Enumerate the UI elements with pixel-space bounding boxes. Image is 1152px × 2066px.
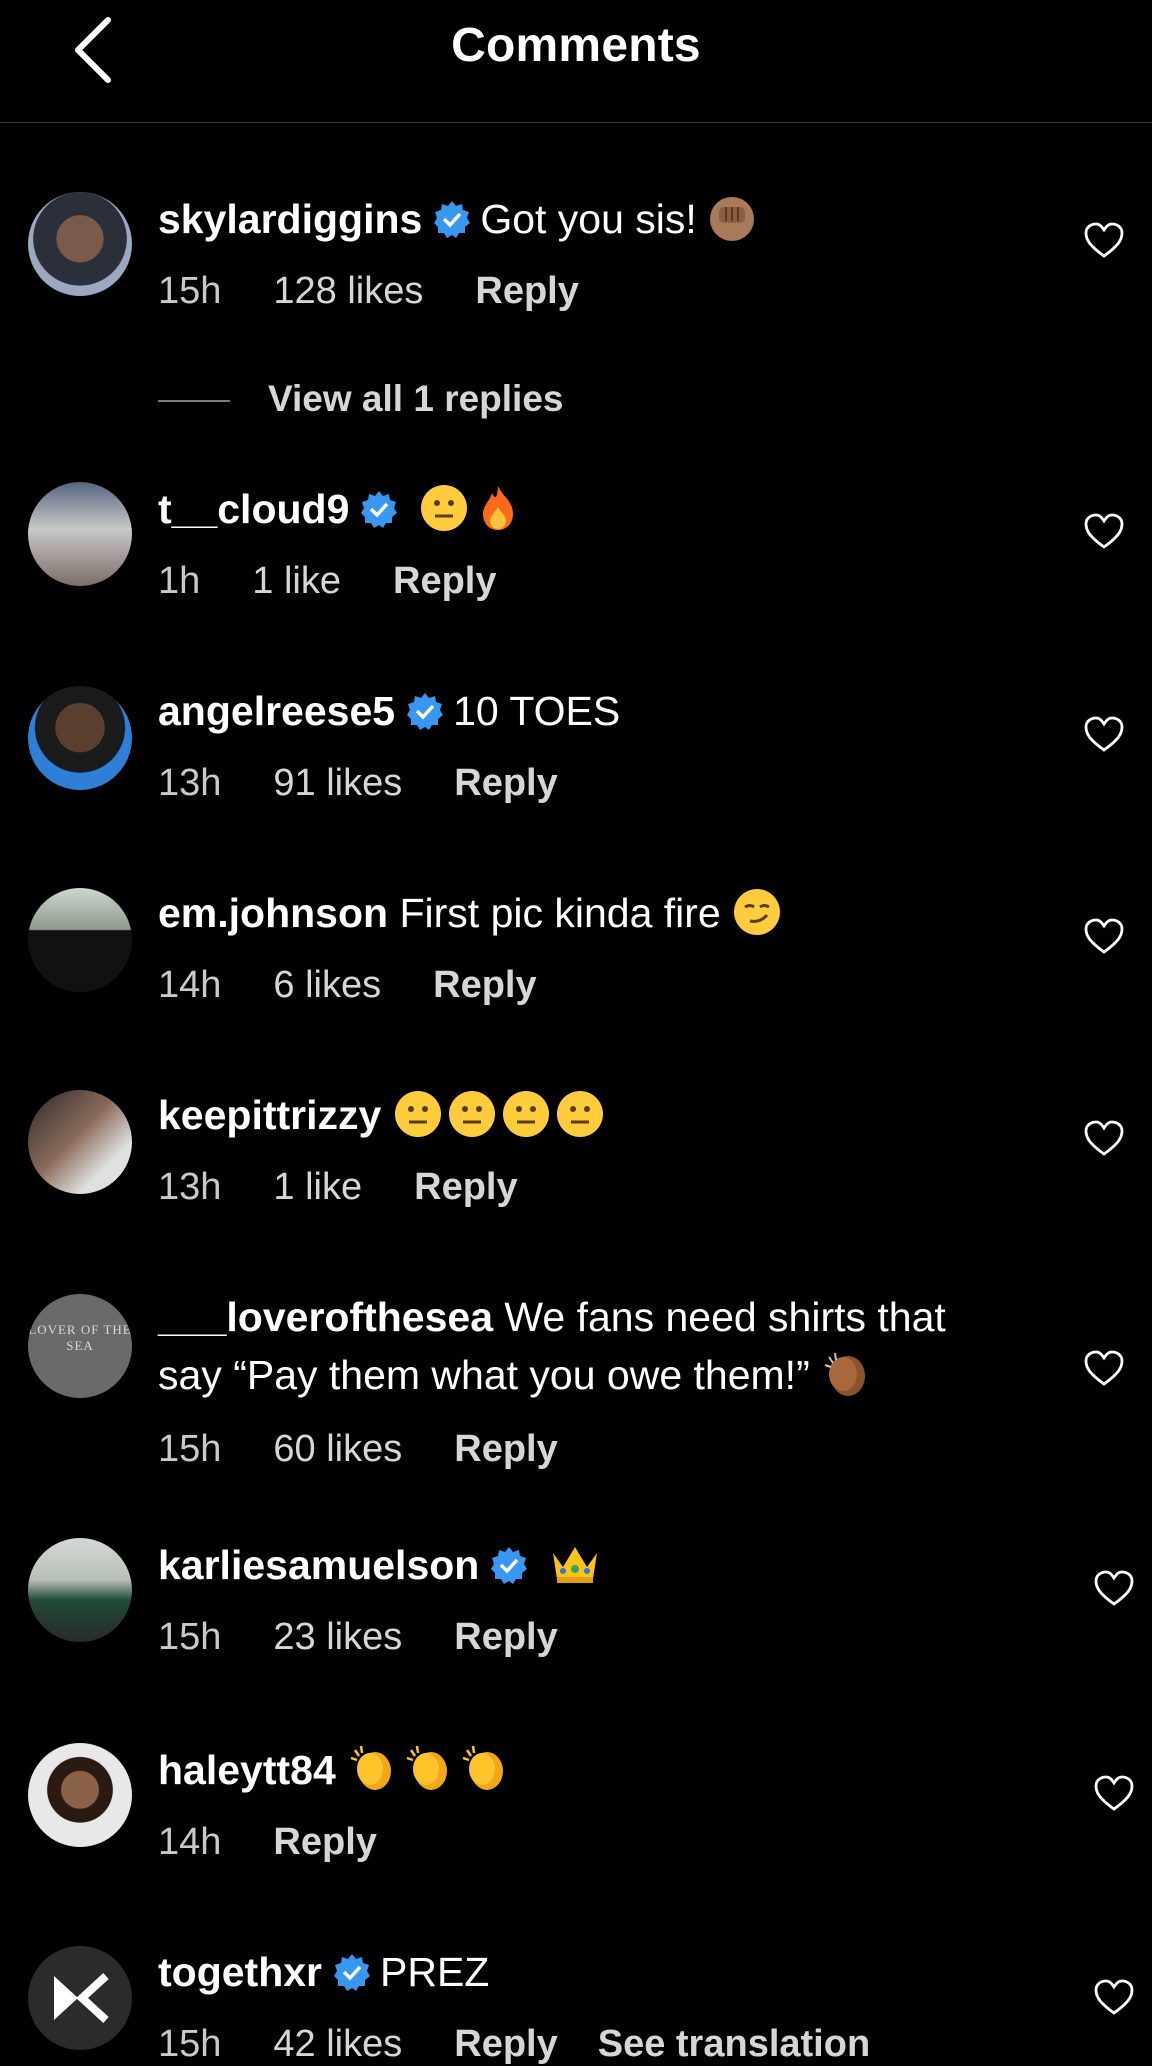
verified-badge-icon: [405, 688, 445, 746]
username[interactable]: ___loverofthesea: [158, 1294, 493, 1340]
avatar[interactable]: [28, 482, 132, 586]
heart-outline-icon[interactable]: [1084, 222, 1124, 260]
clapping-hands-emoji-icon: [821, 1349, 871, 1414]
comment-text: We fans need shirts that: [504, 1294, 946, 1340]
likes-count[interactable]: 1 like: [273, 1166, 362, 1208]
comment-text: 10 TOES: [453, 688, 621, 734]
username[interactable]: keepittrizzy: [158, 1092, 381, 1138]
reply-button[interactable]: Reply: [454, 1428, 557, 1470]
username[interactable]: skylardiggins: [158, 196, 422, 242]
neutral-face-emoji-icon: [419, 483, 469, 548]
username[interactable]: em.johnson: [158, 890, 388, 936]
comment-time: 1h: [158, 560, 201, 602]
avatar[interactable]: [28, 192, 132, 296]
likes-count[interactable]: 42 likes: [273, 2023, 402, 2065]
avatar[interactable]: [28, 1538, 132, 1642]
reply-button[interactable]: Reply: [393, 560, 496, 602]
reply-button[interactable]: Reply: [454, 2023, 557, 2065]
heart-outline-icon[interactable]: [1084, 716, 1124, 754]
comment-text: PREZ: [380, 1949, 490, 1995]
verified-badge-icon: [359, 486, 399, 544]
verified-badge-icon: [432, 196, 472, 254]
see-translation-button[interactable]: See translation: [598, 2023, 870, 2065]
avatar[interactable]: [28, 686, 132, 790]
replies-divider: [158, 400, 230, 403]
avatar[interactable]: LOVER OF THE SEA: [28, 1294, 132, 1398]
reply-button[interactable]: Reply: [475, 270, 578, 312]
likes-count[interactable]: 6 likes: [273, 964, 381, 1006]
crown-emoji-icon: [549, 1539, 601, 1604]
comment-text-line2: say “Pay them what you owe them!”: [158, 1352, 810, 1398]
heart-outline-icon[interactable]: [1084, 513, 1124, 551]
avatar[interactable]: [28, 888, 132, 992]
comment-time: 15h: [158, 1616, 222, 1658]
likes-count[interactable]: 23 likes: [273, 1616, 402, 1658]
avatar[interactable]: [28, 1090, 132, 1194]
avatar-logo-text: LOVER OF THE SEA: [28, 1322, 132, 1353]
view-replies-label: View all 1 replies: [268, 378, 564, 419]
fire-emoji-icon: [473, 483, 523, 548]
comment-time: 15h: [158, 270, 222, 312]
likes-count[interactable]: 1 like: [252, 560, 341, 602]
raised-fist-emoji-icon: [708, 195, 756, 258]
smirking-face-emoji-icon: [732, 887, 782, 952]
username[interactable]: t__cloud9: [158, 486, 349, 532]
neutral-face-emoji-icon: [501, 1089, 551, 1154]
avatar[interactable]: [28, 1743, 132, 1847]
heart-outline-icon[interactable]: [1084, 918, 1124, 956]
page-title: Comments: [451, 19, 701, 72]
username[interactable]: togethxr: [158, 1949, 322, 1995]
reply-button[interactable]: Reply: [414, 1166, 517, 1208]
reply-button[interactable]: Reply: [433, 964, 536, 1006]
comment-time: 13h: [158, 1166, 222, 1208]
heart-outline-icon[interactable]: [1084, 1120, 1124, 1158]
heart-outline-icon[interactable]: [1094, 1979, 1134, 2017]
clapping-hands-emoji-icon: [347, 1742, 399, 1809]
comment-time: 14h: [158, 964, 222, 1006]
togethxr-logo-icon: [54, 1973, 109, 2023]
header: Comments: [0, 0, 1152, 123]
comment-time: 15h: [158, 1428, 222, 1470]
comment-time: 14h: [158, 1821, 222, 1863]
comment-time: 13h: [158, 762, 222, 804]
username[interactable]: karliesamuelson: [158, 1542, 479, 1588]
likes-count[interactable]: 91 likes: [273, 762, 402, 804]
reply-button[interactable]: Reply: [454, 1616, 557, 1658]
heart-outline-icon[interactable]: [1094, 1570, 1134, 1608]
heart-outline-icon[interactable]: [1084, 1350, 1124, 1388]
likes-count[interactable]: 60 likes: [273, 1428, 402, 1470]
heart-outline-icon[interactable]: [1094, 1775, 1134, 1813]
reply-button[interactable]: Reply: [454, 762, 557, 804]
view-replies-button[interactable]: View all 1 replies: [158, 378, 564, 420]
avatar[interactable]: [28, 1946, 132, 2050]
comment-text: Got you sis!: [480, 196, 697, 242]
reply-button[interactable]: Reply: [273, 1821, 376, 1863]
neutral-face-emoji-icon: [393, 1089, 443, 1154]
clapping-hands-emoji-icon: [459, 1742, 511, 1809]
comment-text: First pic kinda fire: [399, 890, 721, 936]
comment-time: 15h: [158, 2023, 222, 2065]
username[interactable]: angelreese5: [158, 688, 395, 734]
neutral-face-emoji-icon: [447, 1089, 497, 1154]
likes-count[interactable]: 128 likes: [273, 270, 423, 312]
username[interactable]: haleytt84: [158, 1747, 336, 1793]
neutral-face-emoji-icon: [555, 1089, 605, 1154]
verified-badge-icon: [332, 1949, 372, 2007]
verified-badge-icon: [489, 1542, 529, 1600]
clapping-hands-emoji-icon: [403, 1742, 455, 1809]
